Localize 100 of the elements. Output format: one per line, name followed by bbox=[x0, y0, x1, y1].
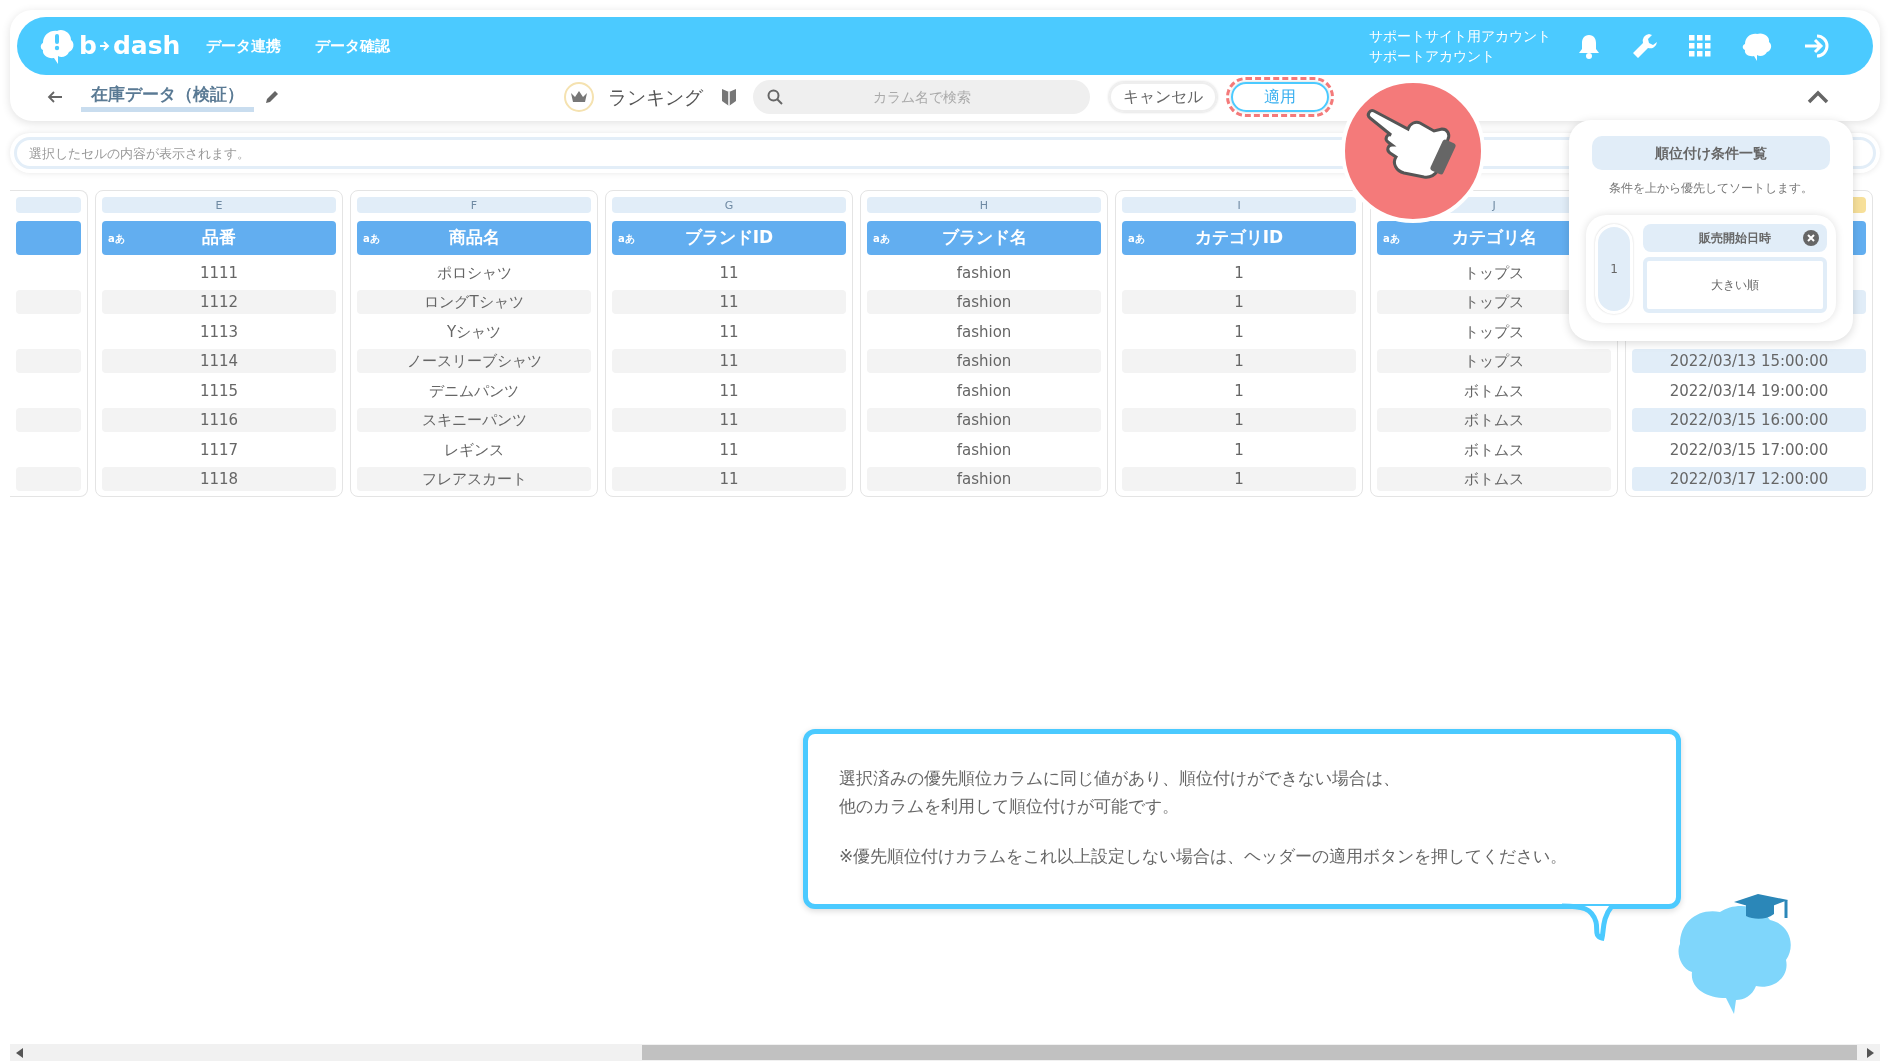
table-cell: 2022/03/17 12:00:00 bbox=[1632, 467, 1866, 492]
column-letter: G bbox=[612, 197, 846, 213]
column-name: カテゴリ名 bbox=[1451, 226, 1537, 250]
column-name: 品番 bbox=[202, 226, 236, 250]
column-letter: E bbox=[102, 197, 336, 213]
column-letter bbox=[16, 197, 81, 213]
table-cell: fashion bbox=[867, 349, 1101, 374]
table-cell-text: 11 bbox=[718, 439, 740, 461]
table-cell: 11 bbox=[612, 467, 846, 492]
table-cell-text: 1 bbox=[1233, 262, 1245, 284]
sort-order-field[interactable]: 大きい順 bbox=[1643, 257, 1827, 314]
column-letter: F bbox=[357, 197, 591, 213]
table-cell-text: fashion bbox=[955, 439, 1013, 461]
table-cell: 2022/03/15 16:00:00 bbox=[1632, 408, 1866, 433]
table-cell: トップス bbox=[1377, 349, 1611, 374]
table-cell-text: ボトムス bbox=[1463, 439, 1525, 461]
back-arrow-icon[interactable] bbox=[47, 90, 63, 104]
table-cell-text: 1 bbox=[1233, 439, 1245, 461]
column-name: カテゴリID bbox=[1194, 226, 1284, 250]
bell-icon[interactable] bbox=[1577, 33, 1601, 59]
guide-text: ※優先順位付けカラムをこれ以上設定しない場合は、ヘッダーの適用ボタンを押してください。 bbox=[839, 845, 1569, 868]
table-cell: スキニーパンツ bbox=[357, 408, 591, 433]
nav-link[interactable]: データ連携 bbox=[206, 34, 282, 58]
type-label: aあ bbox=[618, 231, 635, 246]
column-letter: H bbox=[867, 197, 1101, 213]
table-cell-text: 2022/03/15 17:00:00 bbox=[1668, 439, 1830, 461]
table-cell: 1 bbox=[1122, 290, 1356, 315]
table-cell-text: 11 bbox=[718, 380, 740, 402]
table-cell-text: 11 bbox=[718, 262, 740, 284]
table-cell: 11 bbox=[612, 290, 846, 315]
table-cell: 1 bbox=[1122, 467, 1356, 492]
table-cell-text: Yシャツ bbox=[445, 321, 503, 343]
scroll-thumb[interactable] bbox=[642, 1045, 1857, 1060]
pencil-icon[interactable] bbox=[264, 89, 280, 105]
table-cell: 2022/03/13 15:00:00 bbox=[1632, 349, 1866, 374]
apps-grid-icon[interactable] bbox=[1689, 35, 1711, 57]
nav-link[interactable]: データ確認 bbox=[315, 34, 391, 58]
table-cell: fashion bbox=[867, 467, 1101, 492]
remove-icon[interactable] bbox=[1803, 230, 1819, 247]
mode-label: ランキング bbox=[608, 84, 703, 110]
table-cell: ノースリーブシャツ bbox=[357, 349, 591, 374]
table-cell: fashion bbox=[867, 290, 1101, 315]
column-header[interactable]: aあ 商品名 bbox=[357, 221, 591, 255]
table-cell: 11 bbox=[612, 349, 846, 374]
table-cell: フレアスカート bbox=[357, 467, 591, 492]
logo[interactable]: b dash bbox=[37, 27, 181, 65]
logo-text: dash bbox=[112, 30, 181, 63]
search-field[interactable]: カラム名で検索 bbox=[753, 80, 1090, 114]
table-cell-text: 1117 bbox=[198, 439, 240, 461]
column-name: ブランド名 bbox=[941, 226, 1027, 250]
account-name: サポートサイト用アカウント bbox=[1369, 27, 1551, 46]
column-name: 商品名 bbox=[448, 226, 500, 250]
type-label: aあ bbox=[1128, 231, 1145, 246]
table-cell-text: ポロシャツ bbox=[435, 262, 513, 284]
table-cell: 1 bbox=[1122, 408, 1356, 433]
search-icon bbox=[767, 89, 783, 105]
panel-note: 条件を上から優先してソートします。 bbox=[1608, 180, 1814, 197]
column-header[interactable]: aあ ブランド名 bbox=[867, 221, 1101, 255]
type-label: aあ bbox=[363, 231, 380, 246]
horizontal-scrollbar[interactable] bbox=[10, 1044, 1880, 1061]
table-cell-text: デニムパンツ bbox=[428, 380, 520, 402]
account-name: サポートアカウント bbox=[1369, 47, 1496, 66]
table-cell-text: レギンス bbox=[443, 439, 505, 461]
wrench-icon[interactable] bbox=[1631, 32, 1659, 60]
column-header[interactable]: aあ カテゴリID bbox=[1122, 221, 1356, 255]
condition-column[interactable]: 販売開始日時 bbox=[1643, 224, 1827, 253]
type-label: aあ bbox=[1383, 231, 1400, 246]
cancel-button[interactable]: キャンセル bbox=[1109, 82, 1217, 112]
table-cell: ボトムス bbox=[1377, 408, 1611, 433]
table-cell: 1 bbox=[1122, 349, 1356, 374]
guide-text: 他のカラムを利用して順位付けが可能です。 bbox=[839, 795, 1180, 818]
type-label: aあ bbox=[108, 231, 125, 246]
data-title[interactable]: 在庫データ（検証） bbox=[81, 81, 254, 113]
mascot-head-icon[interactable] bbox=[1741, 31, 1773, 61]
table-cell-text: トップス bbox=[1463, 262, 1525, 284]
column-header[interactable]: aあ ブランドID bbox=[612, 221, 846, 255]
table-cell-text: 2022/03/14 19:00:00 bbox=[1668, 380, 1830, 402]
table-cell-text: 1111 bbox=[198, 262, 240, 284]
table-cell: 1112 bbox=[102, 290, 336, 315]
table-cell: 1116 bbox=[102, 408, 336, 433]
table-cell-text: fashion bbox=[955, 321, 1013, 343]
table-cell: fashion bbox=[867, 408, 1101, 433]
guide-text: 選択済みの優先順位カラムに同じ値があり、順位付けができない場合は、 bbox=[839, 767, 1401, 790]
column-letter: I bbox=[1122, 197, 1356, 213]
table-cell-text: fashion bbox=[955, 380, 1013, 402]
table-cell: 1118 bbox=[102, 467, 336, 492]
table-cell: ボトムス bbox=[1377, 467, 1611, 492]
crown-icon bbox=[564, 82, 594, 112]
column-header[interactable]: aあ 品番 bbox=[102, 221, 336, 255]
table-cell-text: 1 bbox=[1233, 321, 1245, 343]
panel-title: 順位付け条件一覧 bbox=[1592, 136, 1830, 170]
table-cell-text: 1115 bbox=[198, 380, 240, 402]
chevron-up-icon[interactable] bbox=[1807, 90, 1829, 104]
column-name: ブランドID bbox=[684, 226, 774, 250]
logo-text: b bbox=[79, 30, 97, 63]
apply-button[interactable]: 適用 bbox=[1231, 82, 1329, 112]
column-header[interactable] bbox=[16, 221, 81, 255]
table-cell-text: ボトムス bbox=[1463, 380, 1525, 402]
scroll-left-icon bbox=[16, 1047, 24, 1058]
table-cell-text: トップス bbox=[1463, 321, 1525, 343]
